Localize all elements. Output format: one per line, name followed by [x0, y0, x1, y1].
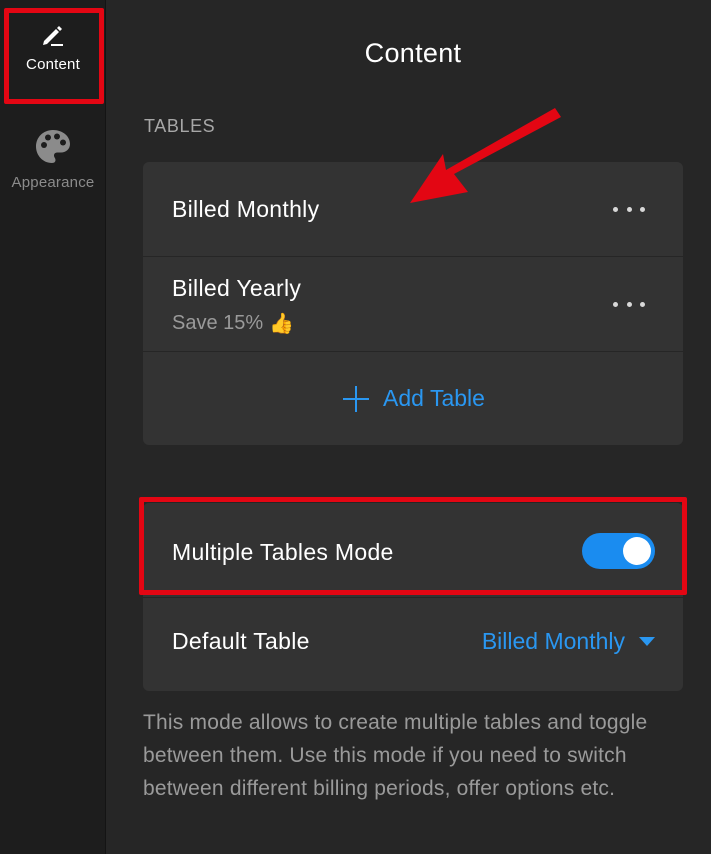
default-table-select[interactable]: Billed Monthly [482, 628, 655, 655]
page-title: Content [364, 38, 462, 68]
sidebar-item-content[interactable]: Content [0, 20, 106, 73]
add-table-label: Add Table [383, 385, 485, 411]
multiple-tables-mode-row: Multiple Tables Mode [143, 503, 683, 598]
more-options-icon[interactable] [613, 204, 645, 214]
multiple-tables-toggle[interactable] [582, 533, 655, 569]
default-table-value: Billed Monthly [481, 628, 625, 654]
multiple-tables-mode-label: Multiple Tables Mode [172, 539, 394, 565]
add-table-row: Add Table [143, 352, 683, 445]
toggle-knob [623, 537, 651, 565]
tables-card: Billed Monthly Billed Yearly Save 15% 👍 [143, 162, 683, 445]
add-table-button[interactable]: Add Table [143, 352, 683, 445]
main-panel: Content TABLES Billed Monthly Billed Yea… [107, 0, 711, 854]
sidebar-item-appearance[interactable]: Appearance [0, 128, 106, 191]
pencil-icon [43, 26, 63, 46]
thumbs-up-icon: 👍 [269, 313, 295, 335]
default-table-label: Default Table [172, 628, 310, 654]
sidebar: Content Appearance [0, 0, 106, 854]
plus-icon [343, 385, 370, 412]
table-subtitle-text: Save 15% [172, 312, 264, 334]
tables-section-label: TABLES [144, 116, 216, 136]
table-title: Billed Yearly [172, 275, 302, 301]
table-subtitle: Save 15% 👍 [172, 311, 294, 336]
more-options-icon[interactable] [613, 299, 645, 309]
table-title: Billed Monthly [172, 196, 320, 222]
sidebar-item-label: Appearance [11, 174, 95, 191]
palette-icon [36, 130, 70, 163]
app-window: Content Appearance Content TABLES Billed… [0, 0, 711, 854]
table-row[interactable]: Billed Yearly Save 15% 👍 [143, 257, 683, 352]
chevron-down-icon [639, 637, 655, 646]
table-row[interactable]: Billed Monthly [143, 162, 683, 257]
mode-card: Multiple Tables Mode Default Table Bille… [143, 503, 683, 691]
mode-help-text: This mode allows to create multiple tabl… [143, 711, 648, 800]
sidebar-item-label: Content [26, 56, 80, 73]
default-table-row: Default Table Billed Monthly [143, 598, 683, 691]
